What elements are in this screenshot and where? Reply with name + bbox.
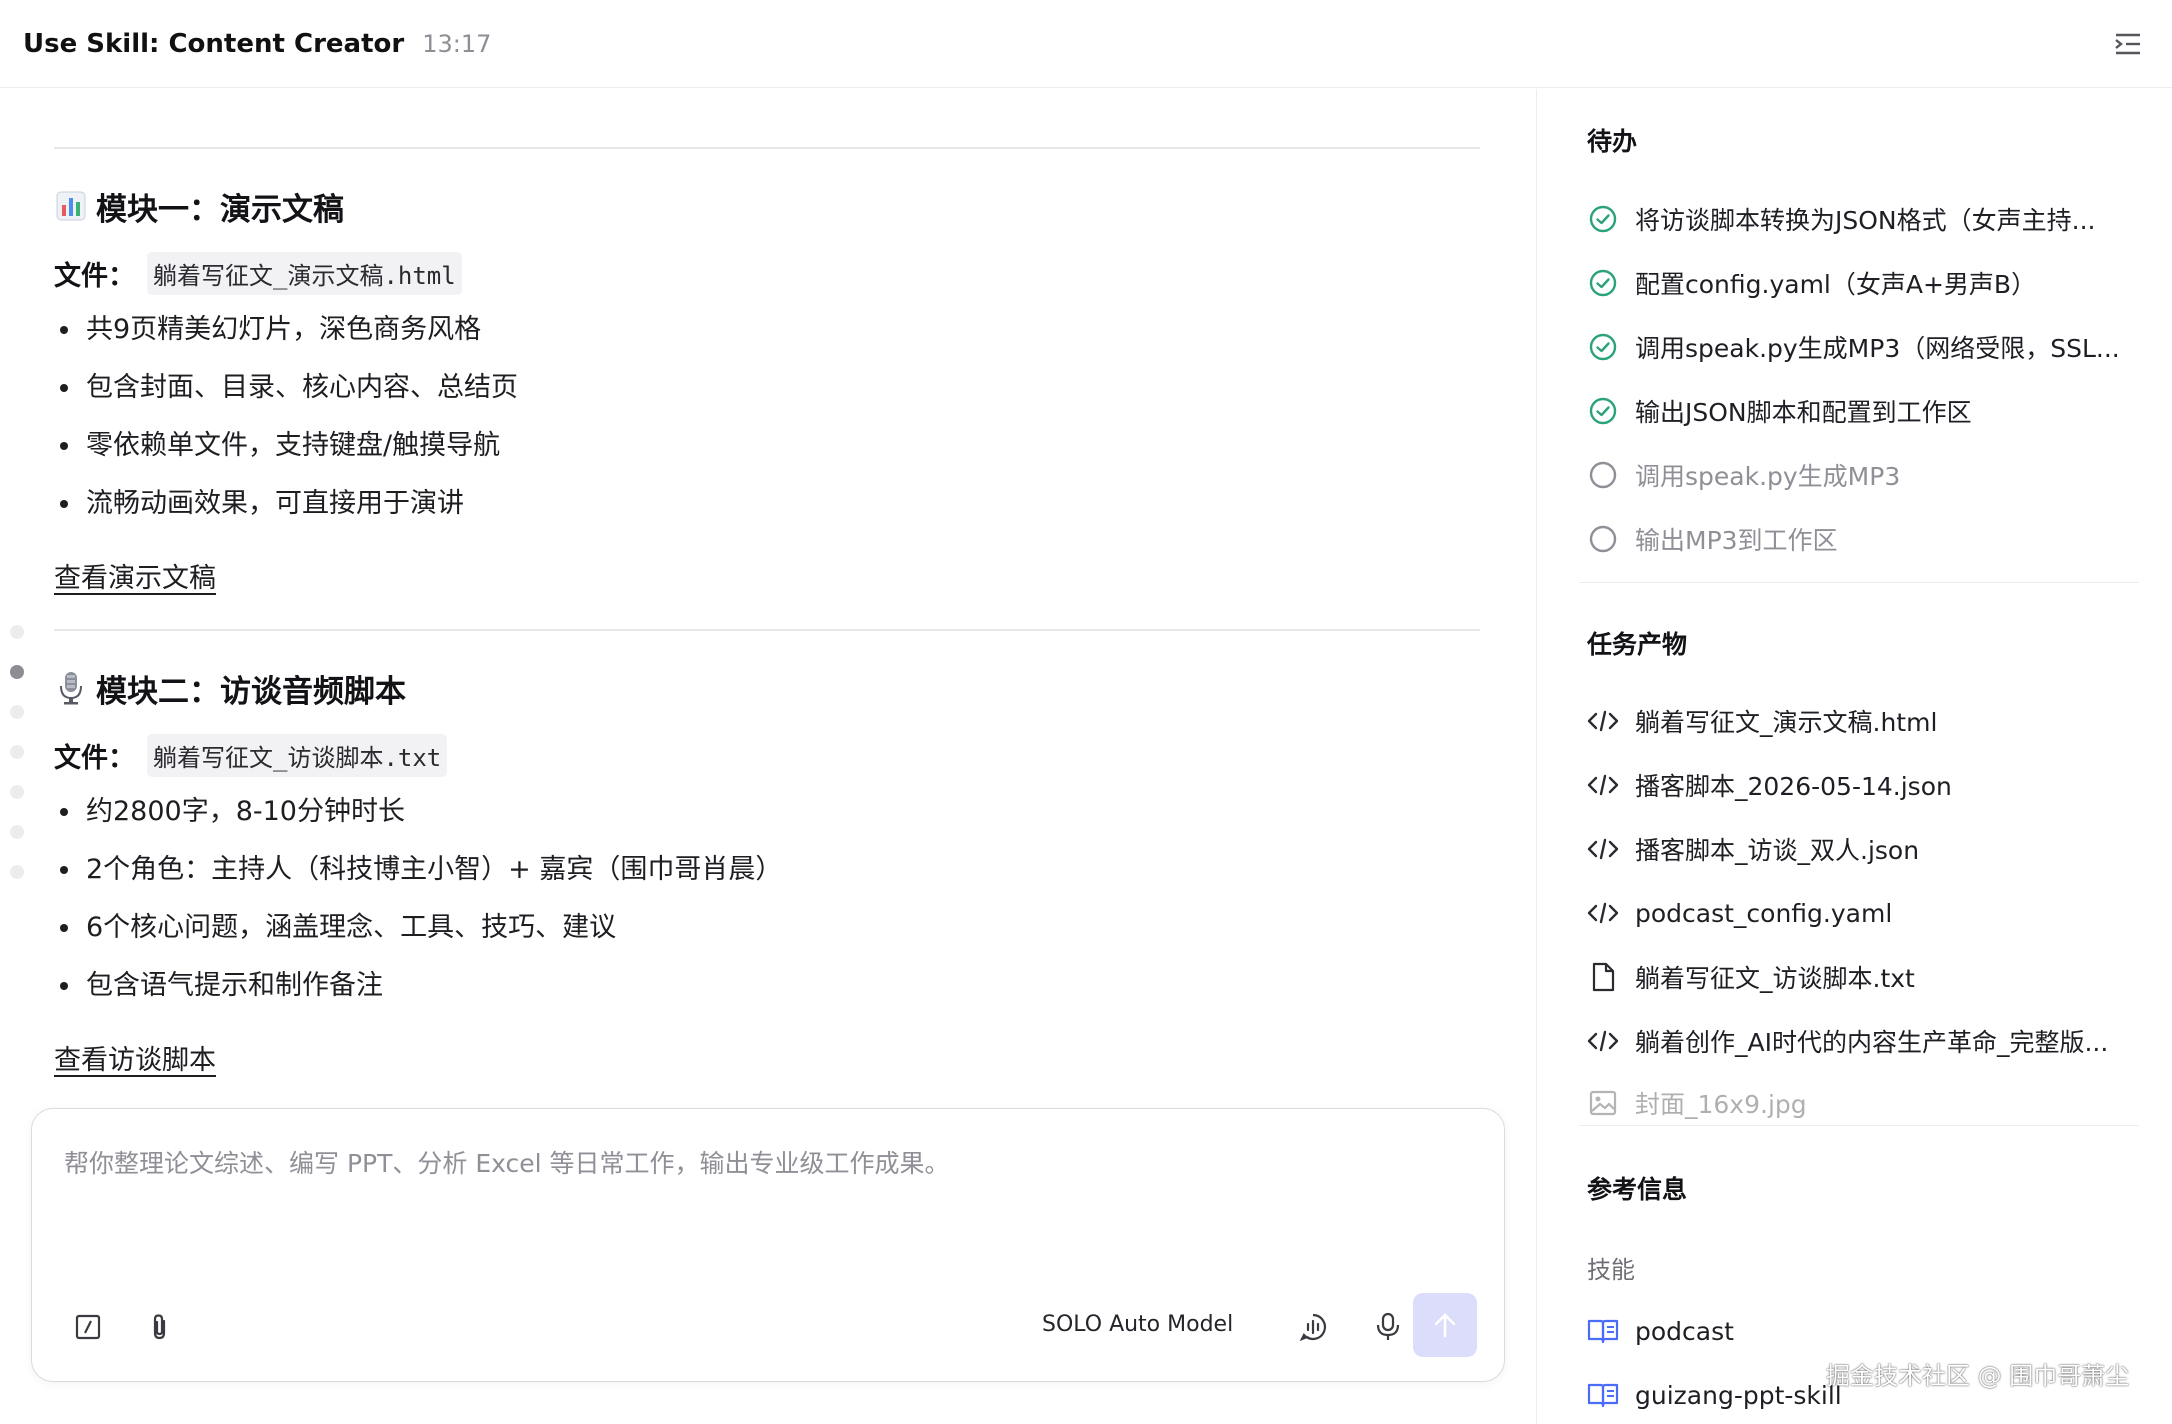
list-item: 流畅动画效果，可直接用于演讲 [54,482,518,540]
todo-section-title: 待办 [1587,127,1638,156]
product-item[interactable]: 躺着写征文_演示文稿.html [1587,701,1937,741]
skill-item-guizang-ppt-skill[interactable]: guizang-ppt-skill [1587,1375,1842,1415]
todo-item[interactable]: 调用speak.py生成MP3（网络受限，SSL... [1587,327,2120,367]
module2-file-line: 文件： 躺着写征文_访谈脚本.txt [54,733,448,777]
model-selector[interactable]: SOLO Auto Model [1042,1312,1233,1337]
check-circle-icon [1587,267,1619,299]
top-header: Use Skill: Content Creator 13:17 [0,0,2172,88]
nav-dot[interactable] [10,825,24,839]
code-icon [1587,897,1619,929]
watermark: 掘金技术社区 @ 围巾哥萧尘 [1826,1362,2130,1390]
nav-dot[interactable] [10,865,24,879]
todo-item[interactable]: 配置config.yaml（女声A+男声B） [1587,263,2036,303]
todo-item[interactable]: 输出MP3到工作区 [1587,519,1838,559]
page-title: Use Skill: Content Creator [23,28,405,59]
message-nav-dots [10,625,26,905]
product-item[interactable]: 躺着创作_AI时代的内容生产革命_完整版... [1587,1021,2108,1061]
product-item[interactable]: 播客脚本_访谈_双人.json [1587,829,1919,869]
code-icon [1587,769,1619,801]
nav-dot[interactable] [10,705,24,719]
product-item[interactable]: 封面_16x9.jpg [1587,1083,1807,1123]
empty-circle-icon [1587,523,1619,555]
microphone-button[interactable] [1368,1307,1408,1347]
toggle-panel-button[interactable] [2112,28,2144,60]
nav-dot[interactable] [10,785,24,799]
check-circle-icon [1587,331,1619,363]
check-circle-icon [1587,395,1619,427]
list-item: 共9页精美幻灯片，深色商务风格 [54,308,518,366]
app-window: Use Skill: Content Creator 13:17 模块一：演示文… [0,0,2172,1424]
paperclip-icon [153,1314,166,1340]
todo-item[interactable]: 输出JSON脚本和配置到工作区 [1587,391,1972,431]
chat-input-box: SOLO Auto Model [31,1108,1505,1382]
header-timestamp: 13:17 [422,29,492,58]
product-item[interactable]: podcast_config.yaml [1587,893,1892,933]
microphone-icon [1376,1312,1400,1340]
nav-dot-active[interactable] [10,665,24,679]
todo-item[interactable]: 调用speak.py生成MP3 [1587,455,1900,495]
module2-file-name: 躺着写征文_访谈脚本.txt [147,733,448,777]
panel-toggle-icon [2115,33,2140,55]
right-panel: 待办 将访谈脚本转换为JSON格式（女声主持... 配置config.yaml（… [1536,89,2172,1424]
file-icon [1587,961,1619,993]
reference-section-title: 参考信息 [1587,1175,1688,1204]
list-item: 6个核心问题，涵盖理念、工具、技巧、建议 [54,906,782,964]
view-presentation-link[interactable]: 查看演示文稿 [54,556,216,595]
module1-bullet-list: 共9页精美幻灯片，深色商务风格 包含封面、目录、核心内容、总结页 零依赖单文件，… [54,308,518,540]
code-icon [1587,833,1619,865]
list-item: 零依赖单文件，支持键盘/触摸导航 [54,424,518,482]
voice-bubble-icon [1299,1313,1327,1342]
check-circle-icon [1587,203,1619,235]
empty-circle-icon [1587,459,1619,491]
list-item: 约2800字，8-10分钟时长 [54,790,782,848]
book-icon [1587,1379,1619,1411]
attach-button[interactable] [140,1307,180,1347]
module1-title: 模块一：演示文稿 [54,184,344,228]
view-script-link[interactable]: 查看访谈脚本 [54,1038,216,1077]
image-icon [1587,1087,1619,1119]
product-item[interactable]: 播客脚本_2026-05-14.json [1587,765,1952,805]
microphone-icon [54,671,88,705]
nav-dot[interactable] [10,745,24,759]
code-icon [1587,705,1619,737]
list-item: 包含封面、目录、核心内容、总结页 [54,366,518,424]
slash-command-button[interactable] [68,1307,108,1347]
products-section-title: 任务产物 [1587,630,1688,659]
divider [1579,1125,2139,1126]
list-item: 包含语气提示和制作备注 [54,964,782,1022]
module2-bullet-list: 约2800字，8-10分钟时长 2个角色：主持人（科技博主小智）+ 嘉宾（围巾哥… [54,790,782,1022]
book-icon [1587,1315,1619,1347]
module2-title: 模块二：访谈音频脚本 [54,666,406,710]
divider [54,629,1480,631]
todo-item[interactable]: 将访谈脚本转换为JSON格式（女声主持... [1587,199,2095,239]
module1-file-line: 文件： 躺着写征文_演示文稿.html [54,251,462,295]
list-item: 2个角色：主持人（科技博主小智）+ 嘉宾（围巾哥肖晨） [54,848,782,906]
skills-label: 技能 [1587,1256,1635,1284]
nav-dot[interactable] [10,625,24,639]
code-icon [1587,1025,1619,1057]
chat-input[interactable] [64,1143,1444,1183]
divider [1579,582,2139,583]
product-item[interactable]: 躺着写征文_访谈脚本.txt [1587,957,1915,997]
bar-chart-icon [54,191,88,221]
divider [54,147,1480,149]
arrow-up-icon [1434,1313,1456,1338]
slash-command-icon [75,1314,101,1340]
skill-item-podcast[interactable]: podcast [1587,1311,1734,1351]
send-button[interactable] [1413,1293,1477,1357]
voice-chat-button[interactable] [1293,1307,1333,1347]
module1-file-name: 躺着写征文_演示文稿.html [147,251,462,295]
